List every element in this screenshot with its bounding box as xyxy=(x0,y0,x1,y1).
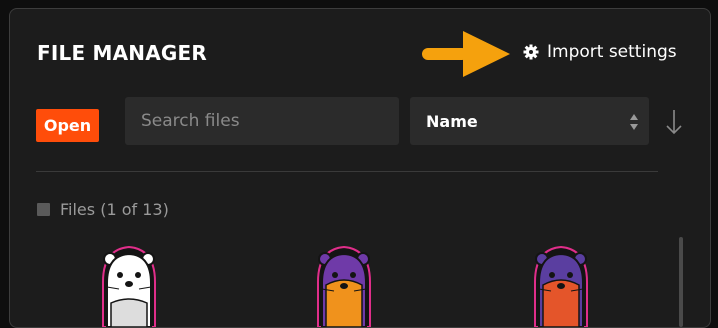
file-manager-panel: FILE MANAGER Import settings Open Search xyxy=(9,8,711,328)
arrow-right-icon xyxy=(422,31,510,77)
sort-select[interactable]: Name xyxy=(410,97,649,145)
files-header[interactable]: Files (1 of 13) xyxy=(37,200,169,219)
arrow-down-icon[interactable] xyxy=(664,109,684,135)
select-all-checkbox[interactable] xyxy=(37,203,50,216)
divider xyxy=(36,171,658,172)
files-count-label: Files (1 of 13) xyxy=(60,200,169,219)
scrollbar[interactable] xyxy=(679,237,683,327)
gear-icon xyxy=(523,44,539,60)
import-settings-link[interactable]: Import settings xyxy=(523,41,677,63)
sort-select-value: Name xyxy=(426,111,478,131)
file-thumbnail[interactable] xyxy=(304,237,384,327)
file-thumbnail[interactable] xyxy=(521,237,601,327)
updown-caret-icon xyxy=(630,114,638,130)
open-button[interactable]: Open xyxy=(36,109,99,142)
search-input[interactable]: Search files xyxy=(125,97,399,145)
toolbar: Open Search files Name xyxy=(36,97,700,147)
page-title: FILE MANAGER xyxy=(37,41,207,65)
search-placeholder: Search files xyxy=(141,111,240,131)
file-thumbnail[interactable] xyxy=(89,237,169,327)
import-settings-label: Import settings xyxy=(547,42,677,62)
